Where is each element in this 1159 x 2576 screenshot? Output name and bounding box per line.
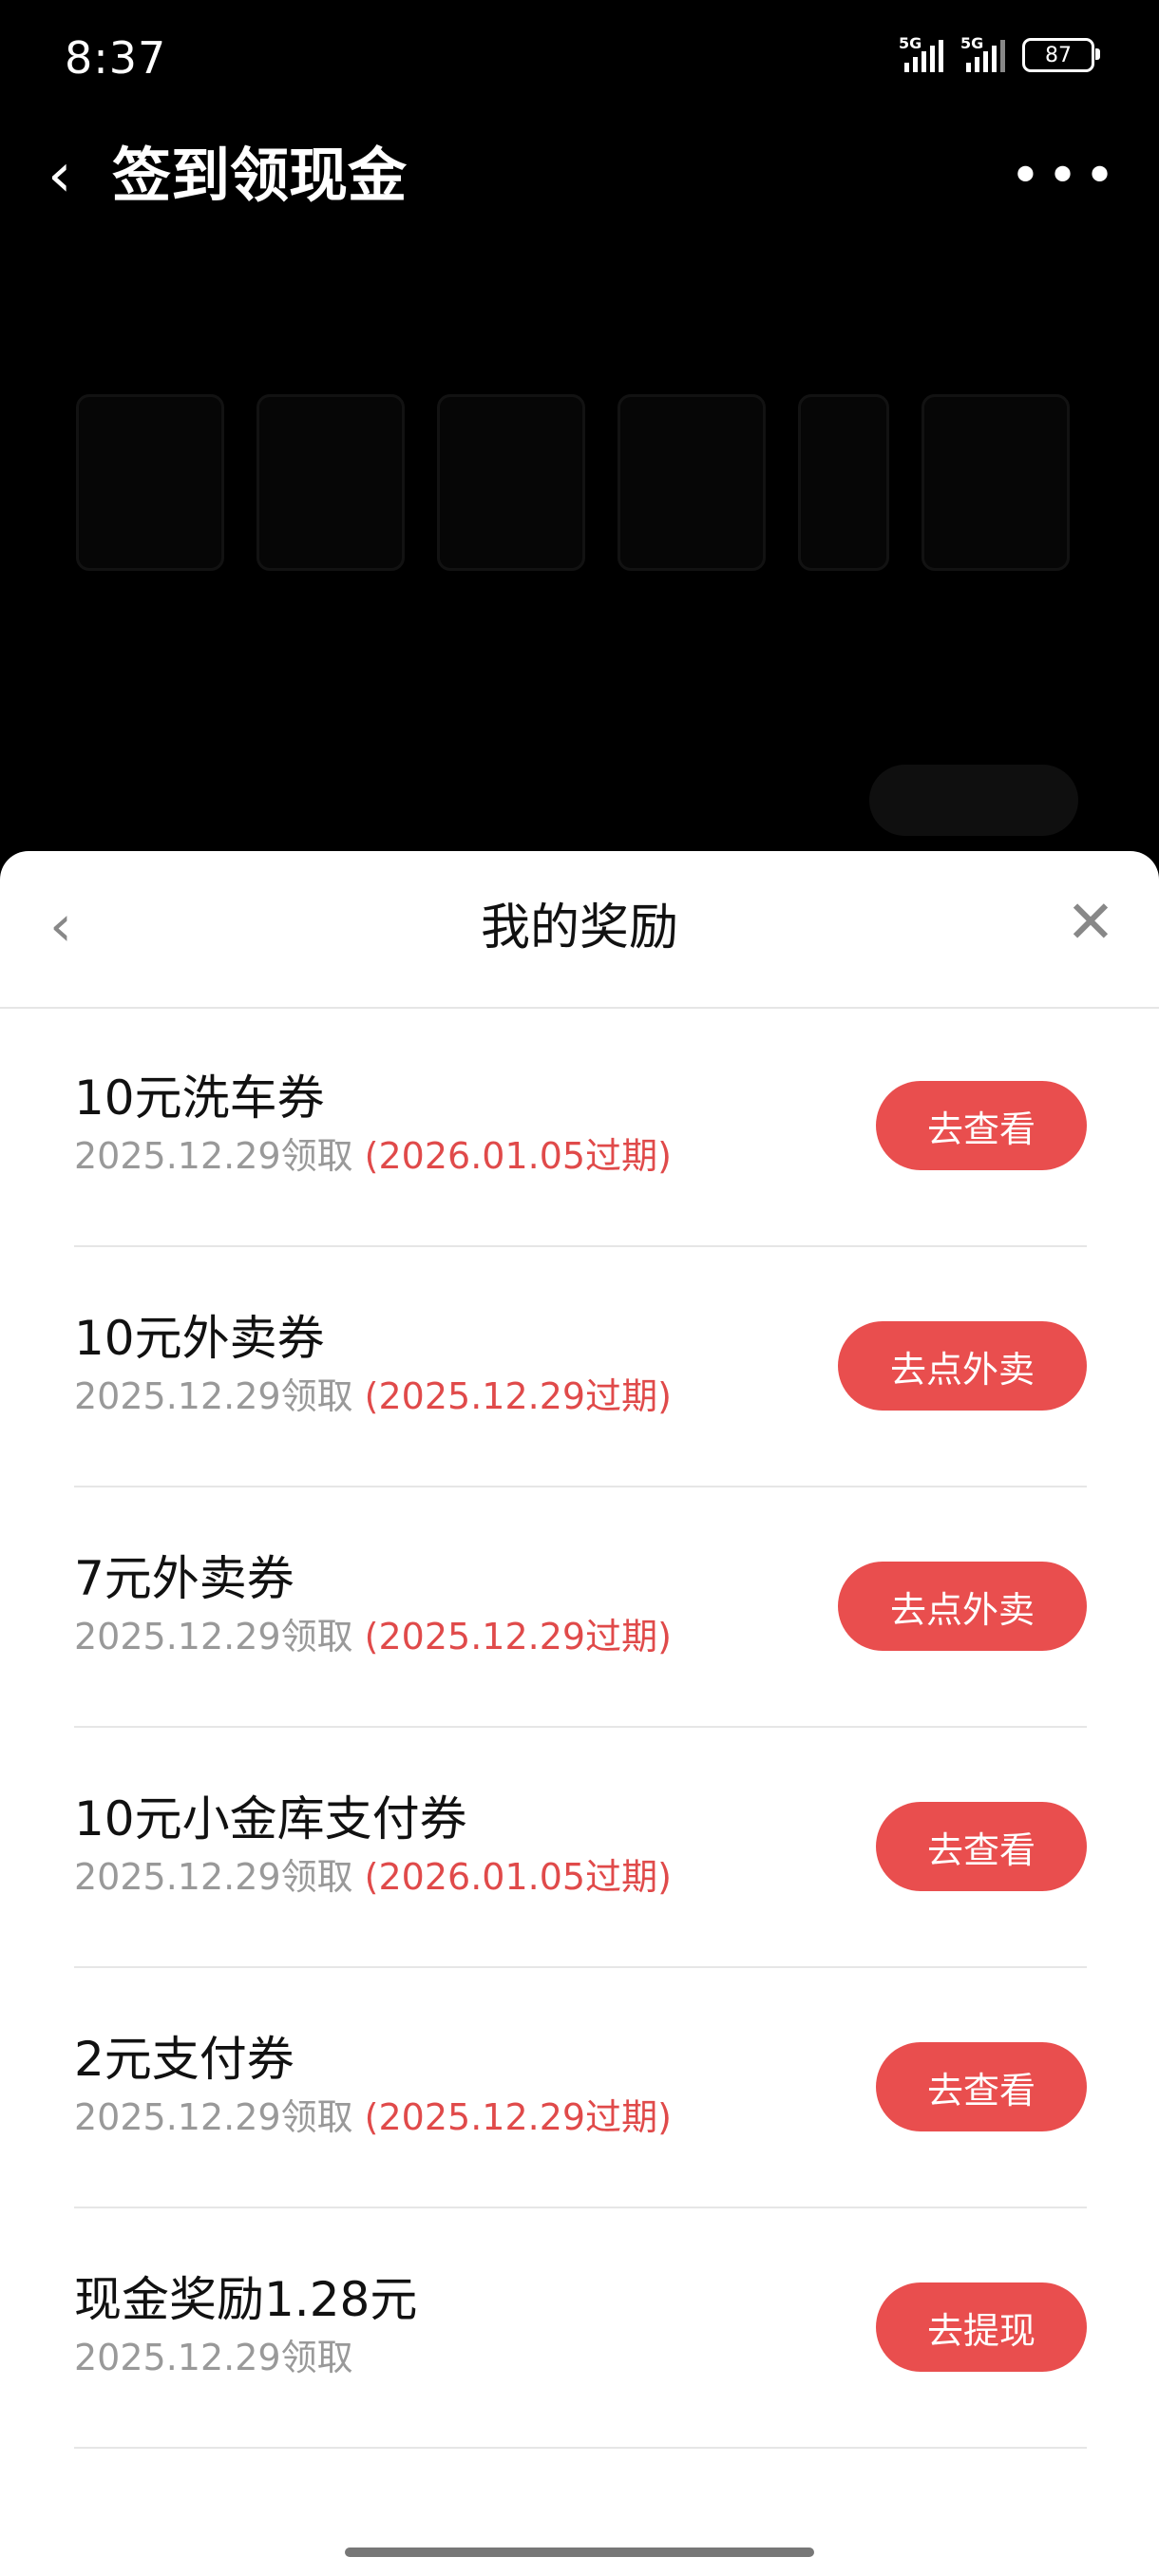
list-item: 现金奖励1.28元 2025.12.29领取 去提现 [74,2208,1087,2449]
list-item: 7元外卖券 2025.12.29领取 (2025.12.29过期) 去点外卖 [74,1487,1087,1728]
reward-name: 2元支付券 [74,2032,294,2087]
status-bar: 8:37 5G 5G 87 [0,0,1159,114]
more-icon[interactable]: ••• [1010,150,1121,203]
view-button[interactable]: 去查看 [876,1802,1087,1891]
order-takeout-button[interactable]: 去点外卖 [838,1562,1087,1651]
reward-dates: 2025.12.29领取 (2025.12.29过期) [74,2096,672,2138]
list-item: 10元外卖券 2025.12.29领取 (2025.12.29过期) 去点外卖 [74,1247,1087,1487]
reward-dates: 2025.12.29领取 (2025.12.29过期) [74,1616,672,1657]
signal-icon: 5G [899,34,943,72]
view-button[interactable]: 去查看 [876,1081,1087,1170]
status-time: 8:37 [65,32,167,84]
reward-name: 7元外卖券 [74,1551,294,1606]
reward-dates: 2025.12.29领取 (2026.01.05过期) [74,1856,672,1898]
expire-date: (2026.01.05过期) [364,1856,672,1898]
signal-icon-2: 5G [960,34,1005,72]
sheet-title: 我的奖励 [480,900,678,957]
rewards-sheet: ‹ 我的奖励 ✕ 10元洗车券 2025.12.29领取 (2026.01.05… [0,851,1159,2576]
page-title: 签到领现金 [112,141,408,210]
reward-list: 10元洗车券 2025.12.29领取 (2026.01.05过期) 去查看 1… [74,1007,1087,2449]
top-nav: ‹ 签到领现金 ••• [0,123,1159,228]
list-item: 10元小金库支付券 2025.12.29领取 (2026.01.05过期) 去查… [74,1728,1087,1968]
reward-dates: 2025.12.29领取 (2026.01.05过期) [74,1135,672,1177]
list-item: 10元洗车券 2025.12.29领取 (2026.01.05过期) 去查看 [74,1007,1087,1247]
expire-date: (2026.01.05过期) [364,1135,672,1177]
expire-date: (2025.12.29过期) [364,1616,672,1657]
list-item: 2元支付券 2025.12.29领取 (2025.12.29过期) 去查看 [74,1968,1087,2208]
home-indicator[interactable] [345,2548,814,2557]
battery-icon: 87 [1022,38,1100,72]
reward-dates: 2025.12.29领取 [74,2337,353,2378]
reward-name: 10元洗车券 [74,1070,325,1126]
view-button[interactable]: 去查看 [876,2042,1087,2131]
expire-date: (2025.12.29过期) [364,1375,672,1417]
sheet-header: ‹ 我的奖励 ✕ [0,851,1159,1009]
reward-name: 10元外卖券 [74,1311,325,1366]
close-icon[interactable]: ✕ [1066,889,1115,956]
reward-name: 10元小金库支付券 [74,1791,467,1847]
reward-name: 现金奖励1.28元 [74,2272,418,2327]
expire-date: (2025.12.29过期) [364,2096,672,2138]
reward-dates: 2025.12.29领取 (2025.12.29过期) [74,1375,672,1417]
status-icons: 5G 5G 87 [899,34,1100,72]
back-icon[interactable]: ‹ [48,142,95,209]
order-takeout-button[interactable]: 去点外卖 [838,1321,1087,1411]
dimmed-page-content [38,237,1121,855]
withdraw-button[interactable]: 去提现 [876,2282,1087,2372]
